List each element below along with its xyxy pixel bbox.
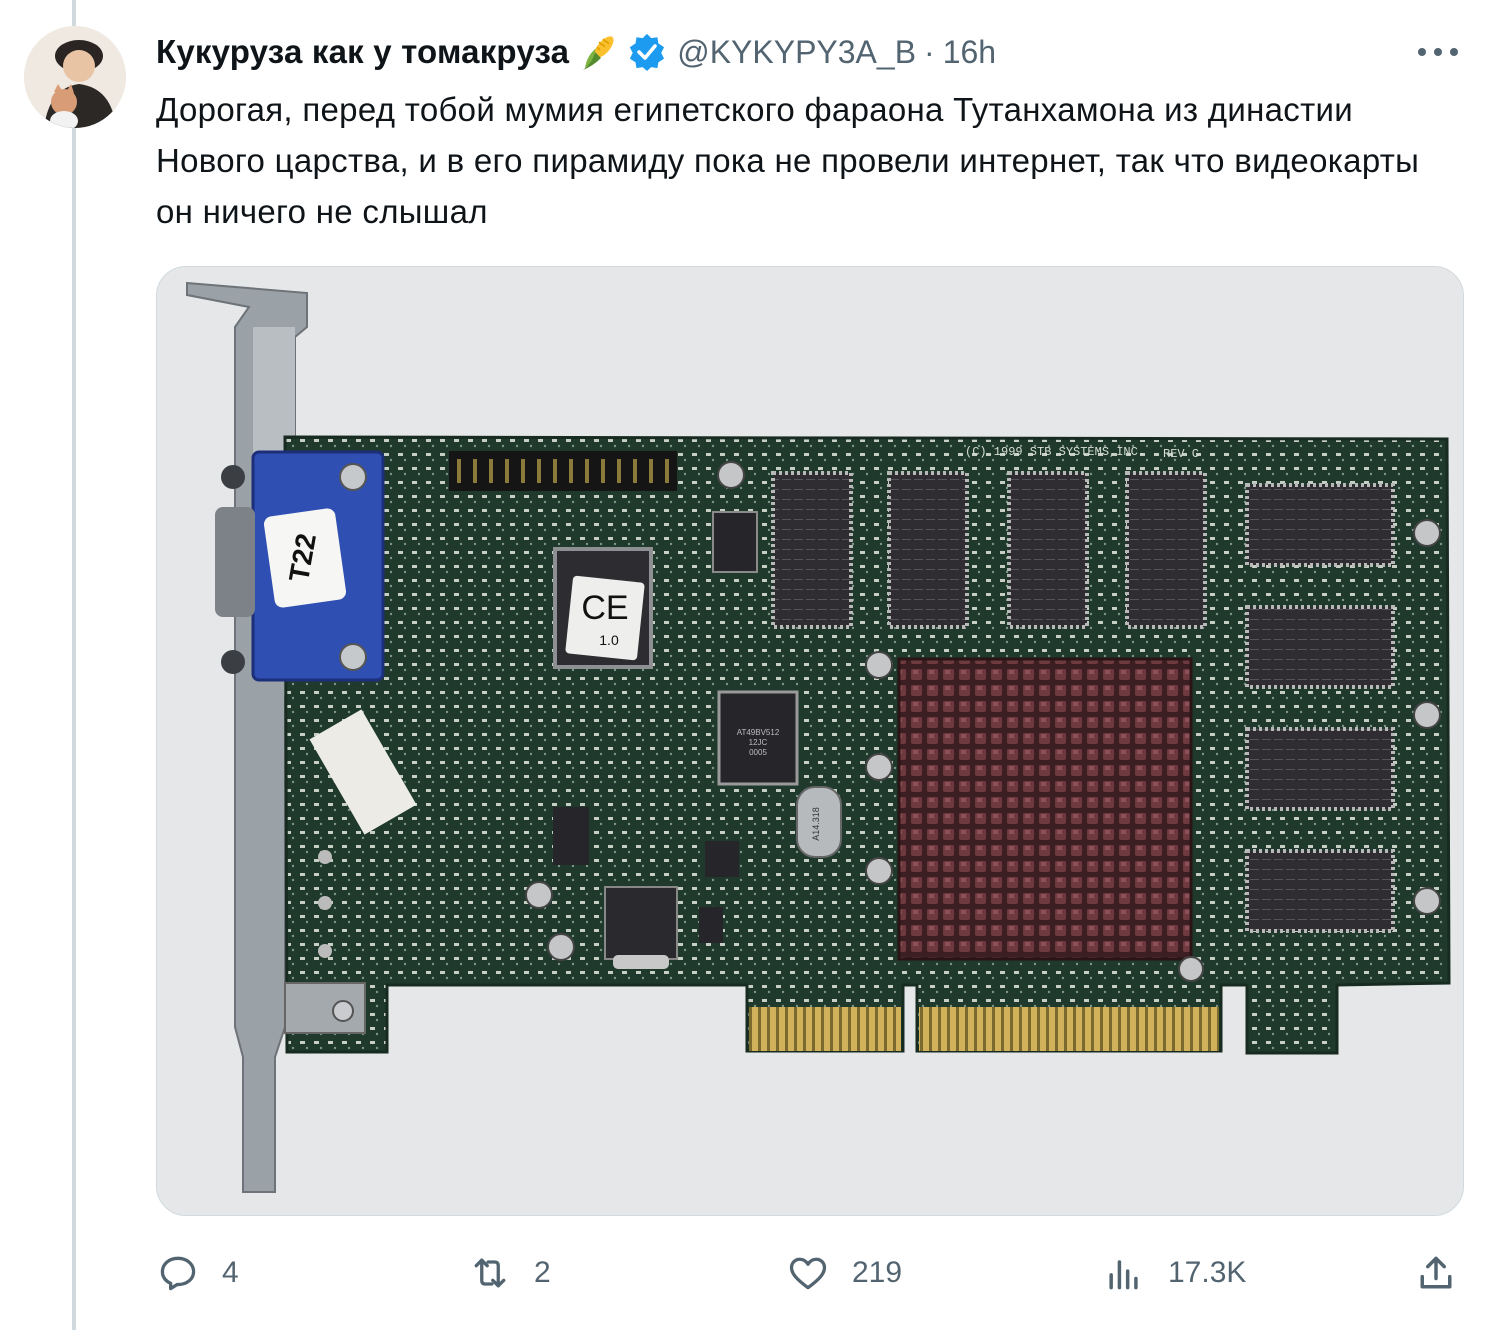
like-count: 219 [852,1256,903,1289]
reply-button[interactable]: 4 [156,1248,239,1298]
share-upload-icon [1420,1256,1452,1289]
views-button[interactable]: 17.3K [1102,1248,1246,1298]
more-options-icon[interactable] [1418,40,1458,64]
header-separator: · [924,33,935,70]
bios-chip-label: AT49BV512 [737,728,780,737]
display-name[interactable]: Кукуруза как у томакруза [156,33,569,71]
verified-badge-icon[interactable] [627,32,667,72]
avatar[interactable] [24,26,126,128]
repost-count: 2 [534,1256,551,1289]
bios-chip-date: 0005 [749,748,767,757]
board-copyright: (C) 1999 STB SYSTEMS,INC. [965,445,1145,459]
reply-count: 4 [222,1256,239,1289]
ce-version: 1.0 [599,632,619,648]
like-button[interactable]: 219 [786,1248,902,1298]
tweet-media[interactable]: T22 (C) 1999 STB SYSTEMS,INC. REV C CE 1… [156,266,1464,1216]
view-count: 17.3K [1168,1256,1247,1289]
board-revision: REV C [1163,447,1199,461]
tweet-actions: 4 2 219 17.3K [156,1248,1462,1298]
user-handle[interactable]: @KYKYPY3A_B [677,34,916,71]
repost-button[interactable]: 2 [468,1248,551,1298]
ce-mark: CE [581,589,628,627]
tweet-timestamp[interactable]: 16h [943,34,996,71]
bios-chip-code: 12JC [749,738,768,747]
graphics-card-photo: T22 (C) 1999 STB SYSTEMS,INC. REV C CE 1… [157,267,1463,1215]
reply-icon [160,1256,196,1291]
thread-line [72,0,76,1330]
share-button[interactable] [1414,1248,1458,1298]
tweet-header: Кукуруза как у томакруза @KYKYPY3A_B · 1… [156,30,996,74]
crystal-label: A14.318 [811,807,821,841]
tweet-text: Дорогая, перед тобой мумия египетского ф… [156,91,1420,230]
repost-icon [474,1258,506,1288]
avatar-image [24,26,126,128]
heart-icon [789,1257,827,1290]
views-bar-chart-icon [1109,1260,1138,1290]
corn-icon [579,32,619,72]
